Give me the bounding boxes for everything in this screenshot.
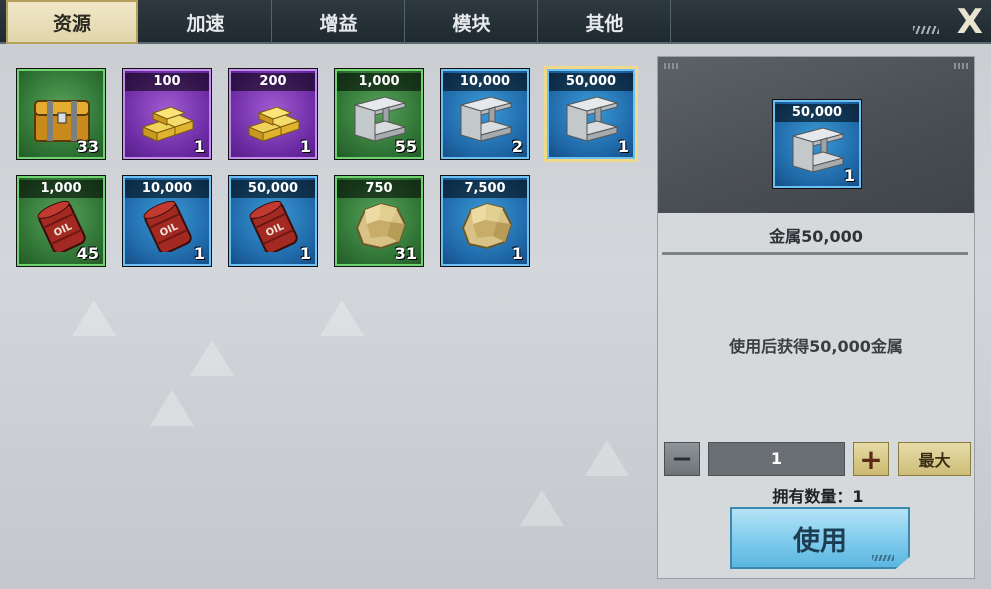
bg-triangle bbox=[320, 300, 364, 336]
item-count: 1 bbox=[193, 244, 205, 263]
item-amount-label: 1,000 bbox=[19, 180, 103, 198]
max-button[interactable]: 最大 bbox=[898, 442, 971, 476]
panel-corner-dots bbox=[954, 63, 968, 69]
item-description: 使用后获得50,000金属 bbox=[729, 337, 903, 356]
tab-bar: 资源 加速 增益 模块 其他 X bbox=[0, 0, 991, 44]
item-count: 55 bbox=[394, 137, 417, 156]
gold-bars-icon bbox=[247, 106, 301, 142]
item-amount-label: 7,500 bbox=[443, 180, 527, 198]
detail-item-icon: 50,000 1 bbox=[772, 99, 862, 189]
tab-module[interactable]: 模块 bbox=[406, 0, 538, 44]
bg-triangle bbox=[72, 300, 116, 336]
item-count: 1 bbox=[299, 244, 311, 263]
tab-other[interactable]: 其他 bbox=[539, 0, 671, 44]
tab-resources[interactable]: 资源 bbox=[6, 0, 138, 44]
detail-item-count: 1 bbox=[843, 166, 855, 185]
detail-header: 50,000 1 bbox=[658, 57, 974, 213]
item-amount-label: 10,000 bbox=[125, 180, 209, 198]
item-amount-label: 10,000 bbox=[443, 73, 527, 91]
item-name: 金属50,000 bbox=[769, 227, 863, 246]
item-slot[interactable]: 1,000 OIL 45 bbox=[16, 175, 106, 267]
use-button-label: 使用 bbox=[793, 525, 847, 557]
item-slot[interactable]: 50,000 OIL 1 bbox=[228, 175, 318, 267]
oil-barrel-icon: OIL bbox=[249, 200, 298, 252]
item-slot[interactable]: 10,000 2 bbox=[440, 68, 530, 160]
bg-triangle bbox=[190, 340, 234, 376]
button-stripes-decoration bbox=[872, 555, 894, 561]
increase-button[interactable]: + bbox=[853, 442, 889, 476]
steel-beam-icon bbox=[459, 96, 513, 142]
item-count: 1 bbox=[511, 244, 523, 263]
item-amount-label: 750 bbox=[337, 180, 421, 198]
gold-bars-icon bbox=[141, 106, 195, 142]
oil-barrel-icon: OIL bbox=[143, 200, 192, 252]
close-icon: X bbox=[956, 2, 983, 42]
item-count: 33 bbox=[76, 137, 99, 156]
ore-rock-icon bbox=[461, 202, 513, 250]
item-detail-panel: 50,000 1 金属50,000 使用后获得50,000金属 − 1 + 最大… bbox=[657, 56, 975, 579]
steel-beam-icon bbox=[791, 127, 845, 173]
bg-triangle bbox=[520, 490, 564, 526]
item-slot[interactable]: 750 31 bbox=[334, 175, 424, 267]
tab-boost[interactable]: 增益 bbox=[273, 0, 405, 44]
item-slot[interactable]: 200 1 bbox=[228, 68, 318, 160]
quantity-stepper: − 1 + 最大 bbox=[664, 440, 971, 476]
steel-beam-icon bbox=[565, 96, 619, 142]
divider bbox=[662, 252, 968, 255]
minus-icon: − bbox=[671, 444, 693, 474]
tab-speedup[interactable]: 加速 bbox=[140, 0, 272, 44]
item-count: 45 bbox=[76, 244, 99, 263]
item-count: 2 bbox=[511, 137, 523, 156]
item-slot[interactable]: 10,000 OIL 1 bbox=[122, 175, 212, 267]
item-count: 31 bbox=[394, 244, 417, 263]
item-count: 1 bbox=[193, 137, 205, 156]
item-amount-label: 50,000 bbox=[549, 73, 633, 91]
plus-icon: + bbox=[859, 442, 883, 476]
quantity-input[interactable]: 1 bbox=[708, 442, 845, 476]
item-slot[interactable]: 1,000 55 bbox=[334, 68, 424, 160]
close-button[interactable]: X bbox=[927, 0, 991, 44]
item-slot-selected[interactable]: 50,000 1 bbox=[544, 66, 638, 162]
item-count: 1 bbox=[299, 137, 311, 156]
item-slot[interactable]: 100 1 bbox=[122, 68, 212, 160]
decrease-button[interactable]: − bbox=[664, 442, 700, 476]
bg-triangle bbox=[585, 440, 629, 476]
item-amount-label: 100 bbox=[125, 73, 209, 91]
item-amount-label: 50,000 bbox=[231, 180, 315, 198]
owned-quantity: 拥有数量：1 bbox=[772, 487, 864, 506]
item-slot[interactable]: 7,500 1 bbox=[440, 175, 530, 267]
item-count: 1 bbox=[617, 137, 629, 156]
use-button[interactable]: 使用 bbox=[730, 507, 910, 569]
bg-triangle bbox=[150, 390, 194, 426]
item-amount-label: 1,000 bbox=[337, 73, 421, 91]
detail-amount-label: 50,000 bbox=[775, 104, 859, 122]
panel-corner-dots bbox=[664, 63, 678, 69]
item-slot[interactable]: 33 bbox=[16, 68, 106, 160]
item-amount-label: 200 bbox=[231, 73, 315, 91]
